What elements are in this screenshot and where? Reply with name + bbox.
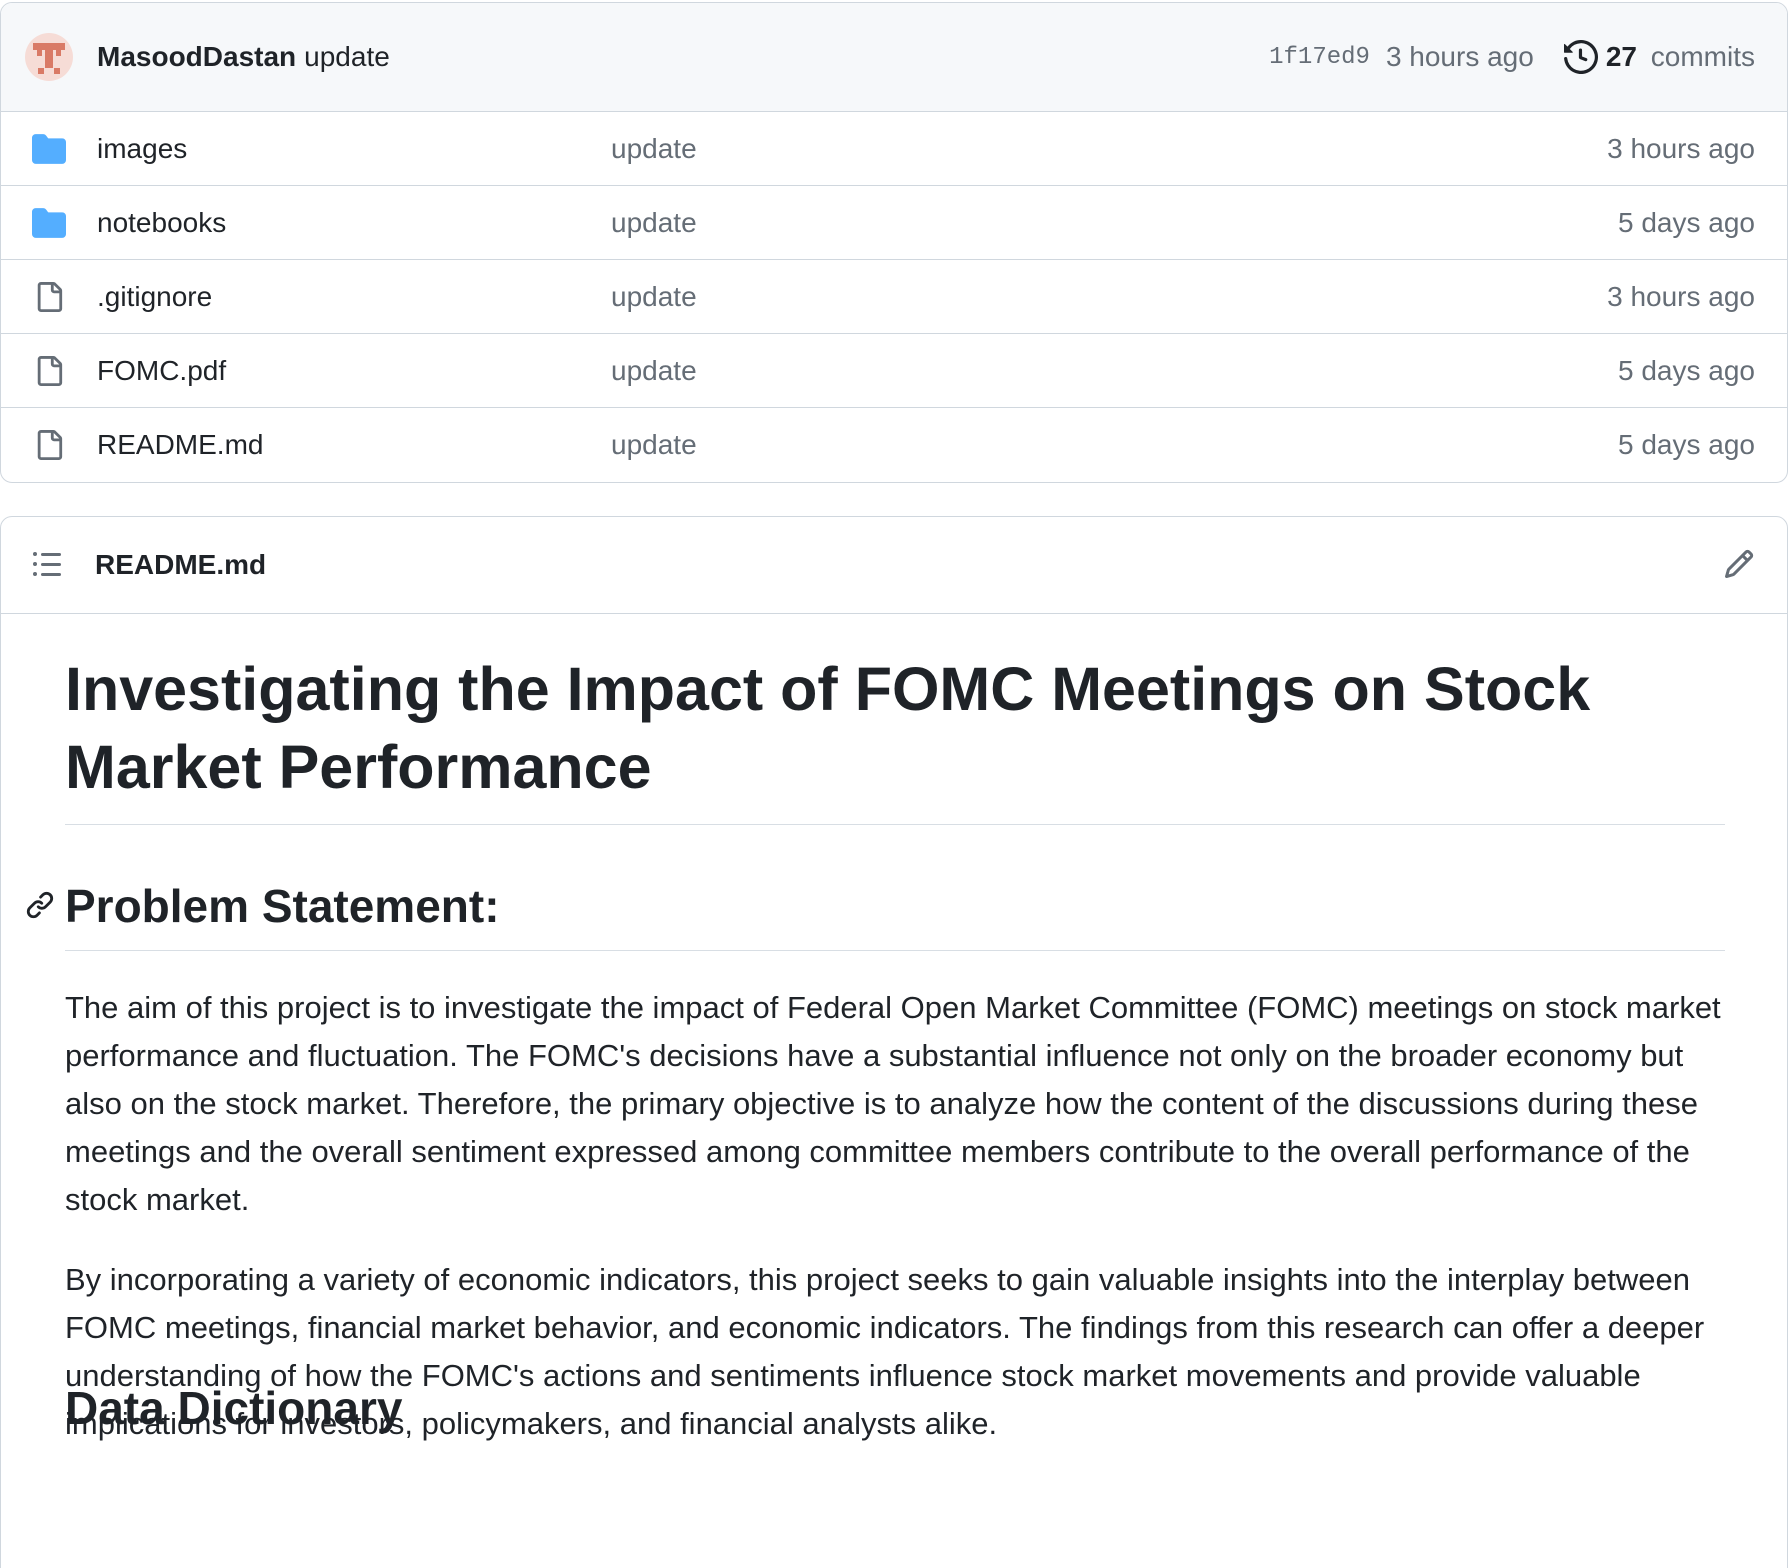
file-commit-link[interactable]: update [611,133,697,165]
file-time: 3 hours ago [1607,132,1755,164]
readme-heading-title: Investigating the Impact of FOMC Meeting… [65,655,1591,801]
file-row[interactable]: FOMC.pdf update 5 days ago [1,334,1787,408]
paragraph: The aim of this project is to investigat… [65,990,1721,1217]
pencil-icon[interactable] [1723,548,1757,582]
repo-page: MasoodDastan update 1f17ed9 3 hours ago … [0,0,1788,1568]
avatar[interactable] [25,33,73,81]
file-row[interactable]: notebooks update 5 days ago [1,186,1787,260]
commit-sha-link[interactable]: 1f17ed9 [1269,44,1370,71]
readme-panel: README.md Investigating the Impact of FO… [0,516,1788,1568]
file-icon [31,353,67,389]
heading-divider [65,824,1725,825]
file-name-link[interactable]: README.md [97,429,611,461]
commit-time: 3 hours ago [1385,41,1534,72]
readme-header: README.md [1,517,1787,614]
outline-list-icon[interactable] [31,548,65,582]
file-name-link[interactable]: .gitignore [97,281,611,313]
commit-count: 27 [1605,41,1637,72]
file-time: 5 days ago [1618,354,1755,386]
folder-icon [31,205,67,241]
section-heading-problem: Problem Statement: [25,876,500,936]
commit-author-link[interactable]: MasoodDastan [97,41,296,73]
file-row[interactable]: .gitignore update 3 hours ago [1,260,1787,334]
file-commit-link[interactable]: update [611,429,697,461]
folder-icon [31,131,67,167]
latest-commit-bar: MasoodDastan update 1f17ed9 3 hours ago … [1,3,1787,112]
file-icon [31,427,67,463]
file-time: 5 days ago [1618,206,1755,238]
file-row[interactable]: images update 3 hours ago [1,112,1787,186]
identicon-avatar-icon [33,43,65,74]
heading-divider [65,950,1725,951]
commit-count-label: commits [1650,41,1755,72]
file-name-link[interactable]: notebooks [97,207,611,239]
file-row[interactable]: README.md update 5 days ago [1,408,1787,481]
section-heading-text: Problem Statement: [65,880,500,932]
file-commit-link[interactable]: update [611,281,697,313]
history-icon[interactable] [1563,40,1598,74]
file-icon [31,279,67,315]
commits-link[interactable]: 27 commits [1606,41,1755,73]
file-name-link[interactable]: FOMC.pdf [97,355,611,387]
file-commit-link[interactable]: update [611,355,697,387]
link-anchor-icon[interactable] [25,890,57,922]
section-heading-data-dictionary: Data Dictionary [65,1382,403,1434]
readme-filename-link[interactable]: README.md [95,549,266,581]
file-time: 3 hours ago [1607,280,1755,312]
commit-message-link[interactable]: update [304,41,390,73]
file-time: 5 days ago [1618,428,1755,460]
file-name-link[interactable]: images [97,133,611,165]
file-listing: MasoodDastan update 1f17ed9 3 hours ago … [0,2,1788,483]
file-commit-link[interactable]: update [611,207,697,239]
